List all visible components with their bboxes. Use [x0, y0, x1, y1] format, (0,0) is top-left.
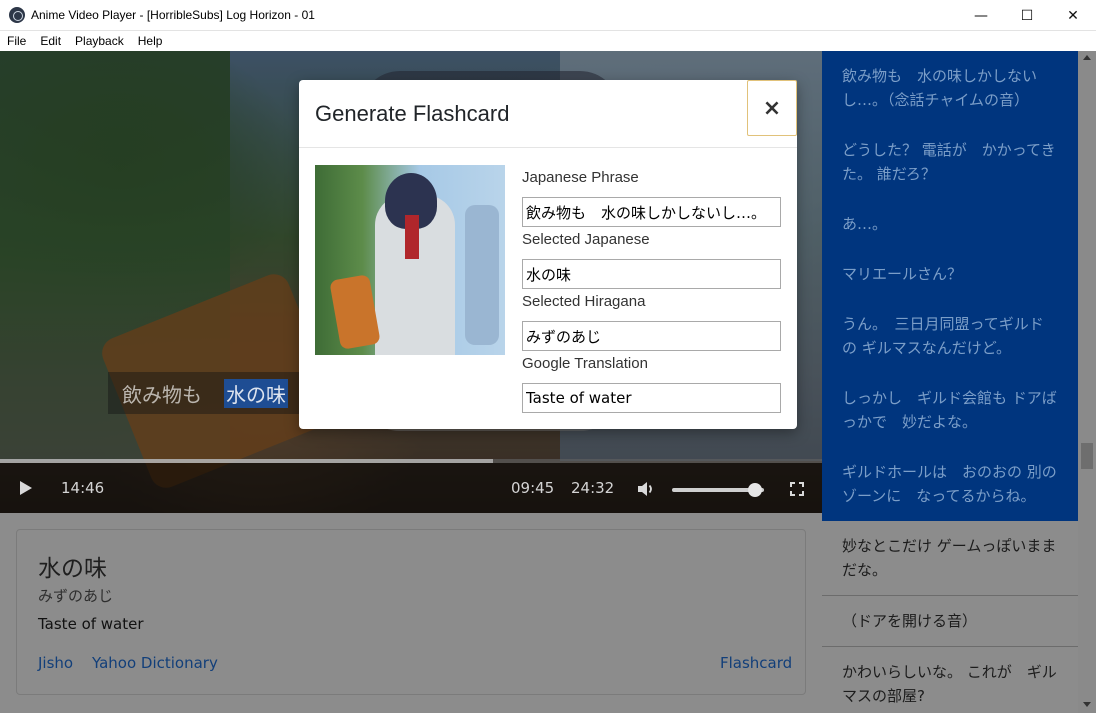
japanese-phrase-input[interactable] [522, 197, 781, 227]
subtitle-list-item[interactable]: ギルドホールは おのおの 別のゾーンに なってるからね。 [822, 447, 1078, 521]
minimize-button[interactable]: — [958, 0, 1004, 31]
subtitle-list-item[interactable]: 妙なとこだけ ゲームっぽいままだな。 [822, 521, 1078, 596]
subtitle-list-item[interactable]: どうした？ 電話が かかってきた。 誰だろ？ [822, 125, 1078, 199]
video-controls: 14:46 09:45 24:32 [0, 459, 822, 513]
seek-bar-fill [0, 459, 494, 463]
subtitle-list-item[interactable]: しっかし ギルド会館も ドアばっかで 妙だよな。 [822, 373, 1078, 447]
word-reading: みずのあじ [38, 587, 114, 605]
flashcard-link[interactable]: Flashcard [720, 654, 792, 672]
video-frame-thumbnail [315, 165, 505, 355]
seek-bar[interactable] [0, 459, 822, 463]
maximize-button[interactable]: ☐ [1004, 0, 1050, 31]
selected-japanese-label: Selected Japanese [522, 231, 650, 248]
yahoo-dictionary-link[interactable]: Yahoo Dictionary [92, 654, 218, 672]
google-translation-input[interactable] [522, 383, 781, 413]
scroll-up-icon[interactable] [1083, 55, 1091, 60]
video-subtitle: 飲み物も 水の味 [108, 372, 302, 414]
remaining-time: 09:45 [511, 479, 555, 497]
selected-hiragana-label: Selected Hiragana [522, 293, 646, 310]
subtitle-selection[interactable]: 水の味 [224, 378, 288, 408]
selected-hiragana-input[interactable] [522, 321, 781, 351]
menu-edit[interactable]: Edit [33, 34, 68, 48]
dialog-title: Generate Flashcard [315, 101, 510, 126]
word-translation: Taste of water [38, 615, 144, 633]
scrollbar[interactable] [1078, 51, 1096, 713]
subtitle-list-item[interactable]: （ドアを開ける音） [822, 596, 1078, 647]
thumbnail-glass-bottle [465, 205, 499, 345]
window-controls: — ☐ ✕ [958, 0, 1096, 31]
thumbnail-figure-tie [405, 215, 419, 259]
subtitle-text[interactable]: 飲み物も [122, 379, 202, 408]
current-time: 14:46 [61, 479, 105, 497]
generate-flashcard-dialog: Generate Flashcard × Japanese Phrase Sel… [299, 80, 797, 429]
subtitle-list-item[interactable]: うん。 三日月同盟ってギルドの ギルマスなんだけど。 [822, 299, 1078, 373]
volume-icon[interactable] [637, 480, 655, 498]
menu-bar: File Edit Playback Help [0, 31, 1096, 51]
subtitle-list-item[interactable]: マリエールさん？ [822, 249, 1078, 299]
google-translation-label: Google Translation [522, 355, 648, 372]
close-window-button[interactable]: ✕ [1050, 0, 1096, 31]
total-time: 24:32 [571, 479, 615, 497]
scrollbar-thumb[interactable] [1081, 443, 1093, 469]
play-icon[interactable] [20, 481, 32, 495]
menu-playback[interactable]: Playback [68, 34, 131, 48]
scroll-down-icon[interactable] [1083, 702, 1091, 707]
fullscreen-icon[interactable] [790, 482, 804, 496]
title-bar: Anime Video Player - [HorribleSubs] Log … [0, 0, 1096, 31]
thumbnail-bottle [329, 274, 381, 350]
menu-help[interactable]: Help [131, 34, 170, 48]
japanese-phrase-label: Japanese Phrase [522, 169, 639, 186]
word-card: 水の味 みずのあじ Taste of water Jisho Yahoo Dic… [16, 529, 806, 695]
close-dialog-button[interactable]: × [747, 80, 797, 136]
dictionary-panel: 水の味 みずのあじ Taste of water Jisho Yahoo Dic… [0, 513, 822, 713]
dialog-header: Generate Flashcard × [299, 80, 797, 148]
word-kanji: 水の味 [38, 556, 107, 582]
jisho-link[interactable]: Jisho [38, 654, 73, 672]
menu-file[interactable]: File [0, 34, 33, 48]
selected-japanese-input[interactable] [522, 259, 781, 289]
subtitle-list-item[interactable]: かわいらしいな。 これが ギルマスの部屋? [822, 647, 1078, 713]
subtitle-list: 飲み物も 水の味しかしないし…。（念話チャイムの音） どうした？ 電話が かかっ… [822, 51, 1078, 713]
app-icon [9, 7, 25, 23]
window-title: Anime Video Player - [HorribleSubs] Log … [31, 8, 315, 22]
volume-slider-handle[interactable] [747, 483, 762, 497]
subtitle-list-item[interactable]: 飲み物も 水の味しかしないし…。（念話チャイムの音） [822, 51, 1078, 125]
subtitle-list-item[interactable]: あ…。 [822, 199, 1078, 249]
